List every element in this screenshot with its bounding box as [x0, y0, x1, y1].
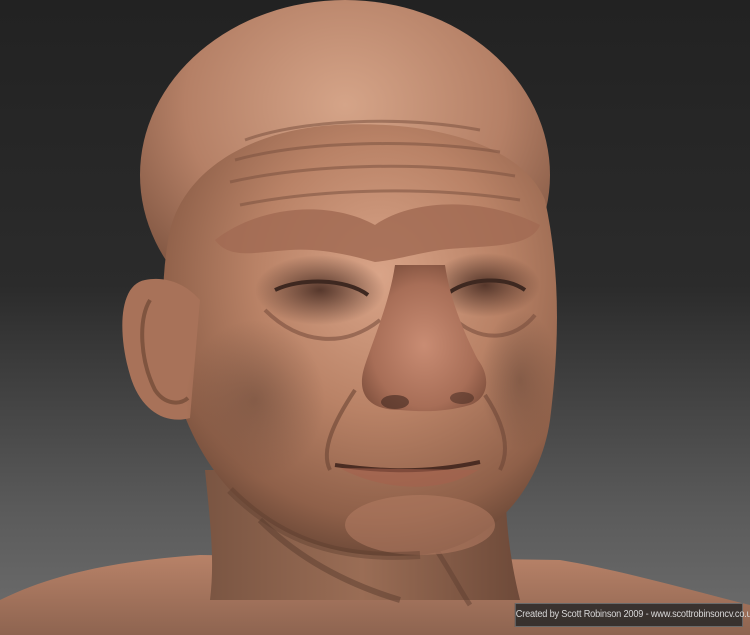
render-canvas: Created by Scott Robinson 2009 - www.sco…: [0, 0, 750, 635]
head-sculpt-render: [0, 0, 750, 635]
chin: [345, 495, 495, 555]
credit-watermark: Created by Scott Robinson 2009 - www.sco…: [514, 603, 750, 627]
